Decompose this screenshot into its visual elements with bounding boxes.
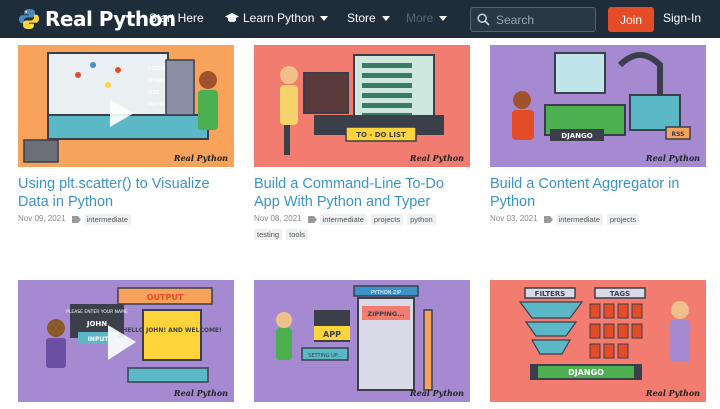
tag-testing[interactable]: testing xyxy=(254,229,283,240)
tag-icon xyxy=(71,215,81,223)
article-meta: Nov 03, 2021 intermediate projects xyxy=(490,212,706,226)
tag-icon xyxy=(543,215,553,223)
chevron-down-icon xyxy=(381,16,390,21)
article-meta: Nov 09, 2021 intermediate xyxy=(18,212,234,226)
image-text: OUTPUT xyxy=(147,293,184,302)
tag-projects[interactable]: projects xyxy=(370,213,404,225)
nav-store-label: Store xyxy=(347,11,376,25)
article-title[interactable]: Build a Content Aggregator in Python xyxy=(490,175,706,211)
tag-python[interactable]: python xyxy=(407,213,436,225)
nav-more[interactable]: More xyxy=(406,11,448,25)
image-text: DJANGO xyxy=(568,368,604,377)
image-text: PYTHON ZIP xyxy=(371,290,401,296)
image-text: PLEASE ENTER YOUR NAME xyxy=(66,309,128,315)
python-logo-icon xyxy=(19,9,39,29)
image-text: ALPHA xyxy=(148,102,165,108)
article-illustration: OUTPUT PLEASE ENTER YOUR NAME JOHN INPUT… xyxy=(18,280,234,402)
tag-intermediate[interactable]: intermediate xyxy=(555,213,603,225)
article-thumbnail[interactable]: OUTPUT PLEASE ENTER YOUR NAME JOHN INPUT… xyxy=(18,280,234,402)
article-illustration: COLOR SHAPE SIZE ALPHA xyxy=(18,45,234,167)
article-title[interactable]: Build a Command-Line To-Do App With Pyth… xyxy=(254,175,470,211)
tag-tools[interactable]: tools xyxy=(286,229,308,240)
tag-projects[interactable]: projects xyxy=(606,213,640,225)
article-thumbnail[interactable]: COLOR SHAPE SIZE ALPHA Real Python xyxy=(18,45,234,167)
join-button[interactable]: Join xyxy=(608,7,654,32)
article-thumbnail[interactable]: PYTHON ZIP ZIPPING... APP SETTING UP... … xyxy=(254,280,470,402)
article-date: Nov 08, 2021 xyxy=(254,214,302,223)
article-illustration: PYTHON ZIP ZIPPING... APP SETTING UP... xyxy=(254,280,470,402)
nav-start-here-label: Start Here xyxy=(149,11,204,25)
brand-watermark: Real Python xyxy=(173,153,228,163)
nav-learn-python-label: Learn Python xyxy=(243,11,315,25)
brand-watermark: Real Python xyxy=(645,388,700,398)
article-date: Nov 03, 2021 xyxy=(490,214,538,223)
brand-watermark: Real Python xyxy=(645,153,700,163)
nav-learn-python[interactable]: Learn Python xyxy=(225,11,329,25)
tag-row: testing tools xyxy=(254,229,470,240)
top-nav: Real Python Start Here Learn Python Stor… xyxy=(0,0,720,38)
image-text: FILTERS xyxy=(535,290,566,298)
image-text: ZIPPING... xyxy=(367,310,404,318)
sign-in-link[interactable]: Sign-In xyxy=(663,11,701,25)
brand-watermark: Real Python xyxy=(409,153,464,163)
search-icon xyxy=(477,13,490,26)
article-date: Nov 09, 2021 xyxy=(18,214,66,223)
article-thumbnail[interactable]: DJANGO RSS Real Python xyxy=(490,45,706,167)
graduation-cap-icon xyxy=(225,13,239,22)
image-text: DJANGO xyxy=(561,132,592,140)
search-box[interactable] xyxy=(470,7,596,32)
article-illustration: DJANGO RSS xyxy=(490,45,706,167)
image-text: APP xyxy=(323,330,341,339)
image-text: TAGS xyxy=(610,290,630,298)
image-text: COLOR xyxy=(148,66,166,72)
article-illustration: FILTERS TAGS DJANGO xyxy=(490,280,706,402)
image-text: HELLO JOHN! AND WELCOME! xyxy=(122,327,222,334)
image-text: INPUT xyxy=(88,336,110,343)
image-text: TO - DO LIST xyxy=(356,131,406,139)
chevron-down-icon xyxy=(320,16,329,21)
article-thumbnail[interactable]: TO - DO LIST Real Python xyxy=(254,45,470,167)
search-input[interactable] xyxy=(496,12,586,27)
chevron-down-icon xyxy=(439,16,448,21)
image-text: SETTING UP... xyxy=(308,353,342,359)
image-text: SHAPE xyxy=(148,78,165,84)
nav-more-label: More xyxy=(406,11,434,25)
article-title[interactable]: Using plt.scatter() to Visualize Data in… xyxy=(18,175,234,211)
tag-intermediate[interactable]: intermediate xyxy=(83,213,131,225)
image-text: JOHN xyxy=(86,320,107,328)
nav-store[interactable]: Store xyxy=(347,11,390,25)
article-thumbnail[interactable]: FILTERS TAGS DJANGO Real Python xyxy=(490,280,706,402)
tag-icon xyxy=(307,215,317,223)
image-text: SIZE xyxy=(148,90,159,96)
image-text: RSS xyxy=(672,131,685,138)
tag-intermediate[interactable]: intermediate xyxy=(319,213,367,225)
brand-watermark: Real Python xyxy=(173,388,228,398)
nav-start-here[interactable]: Start Here xyxy=(149,11,204,25)
article-illustration: TO - DO LIST xyxy=(254,45,470,167)
article-meta: Nov 08, 2021 intermediate projects pytho… xyxy=(254,212,470,240)
brand-watermark: Real Python xyxy=(409,388,464,398)
